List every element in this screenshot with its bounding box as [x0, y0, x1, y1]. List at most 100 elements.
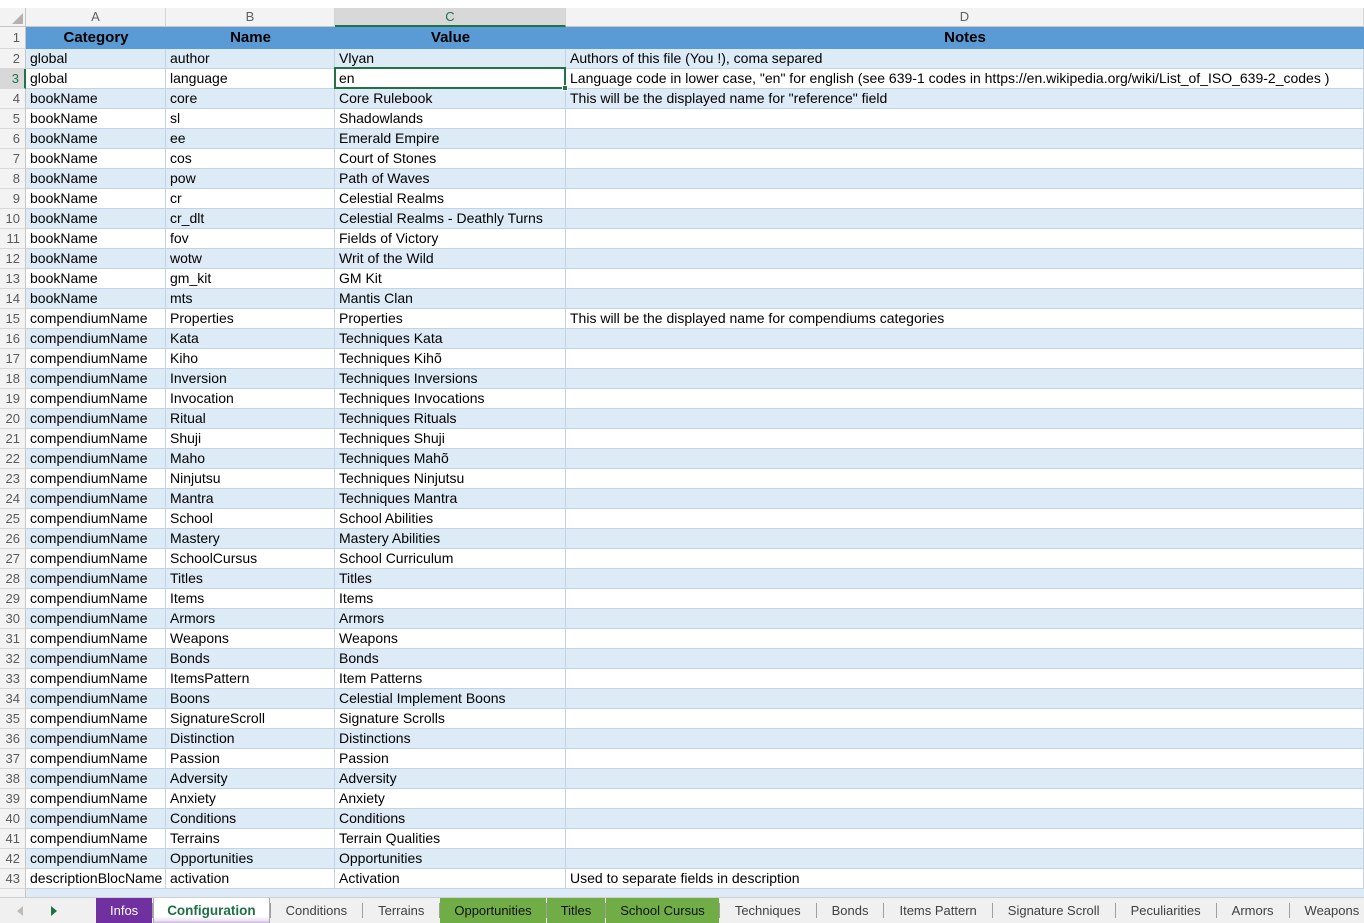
cell-b16[interactable]: Kata — [166, 329, 335, 349]
column-header-d[interactable]: D — [566, 8, 1364, 27]
row-header-26[interactable]: 26 — [0, 529, 26, 549]
cell-a26[interactable]: compendiumName — [26, 529, 166, 549]
cell-a36[interactable]: compendiumName — [26, 729, 166, 749]
cell-b36[interactable]: Distinction — [166, 729, 335, 749]
row-header-37[interactable]: 37 — [0, 749, 26, 769]
cell-d27[interactable] — [566, 549, 1364, 569]
cell-d26[interactable] — [566, 529, 1364, 549]
cell-c32[interactable]: Bonds — [335, 649, 566, 669]
cell-d11[interactable] — [566, 229, 1364, 249]
cell-a43[interactable]: descriptionBlocName — [26, 869, 166, 889]
cell-c31[interactable]: Weapons — [335, 629, 566, 649]
cell-c23[interactable]: Techniques Ninjutsu — [335, 469, 566, 489]
cell-a19[interactable]: compendiumName — [26, 389, 166, 409]
sheet-tab-infos[interactable]: Infos — [96, 898, 152, 923]
cell-d33[interactable] — [566, 669, 1364, 689]
cell-c29[interactable]: Items — [335, 589, 566, 609]
cell-c30[interactable]: Armors — [335, 609, 566, 629]
column-header-c[interactable]: C — [335, 8, 566, 27]
cell-a13[interactable]: bookName — [26, 269, 166, 289]
cell-c27[interactable]: School Curriculum — [335, 549, 566, 569]
cell-d13[interactable] — [566, 269, 1364, 289]
cell-c20[interactable]: Techniques Rituals — [335, 409, 566, 429]
cell-c42[interactable]: Opportunities — [335, 849, 566, 869]
select-all-corner[interactable] — [0, 8, 26, 27]
cell-a3[interactable]: global — [26, 69, 166, 89]
cell-b37[interactable]: Passion — [166, 749, 335, 769]
sheet-tab-opportunities[interactable]: Opportunities — [440, 898, 545, 923]
row-header-35[interactable]: 35 — [0, 709, 26, 729]
cell-c12[interactable]: Writ of the Wild — [335, 249, 566, 269]
cell-a6[interactable]: bookName — [26, 129, 166, 149]
row-header-24[interactable]: 24 — [0, 489, 26, 509]
row-header-39[interactable]: 39 — [0, 789, 26, 809]
row-header-43[interactable]: 43 — [0, 869, 26, 889]
cell-b14[interactable]: mts — [166, 289, 335, 309]
cell-b27[interactable]: SchoolCursus — [166, 549, 335, 569]
cell-a9[interactable]: bookName — [26, 189, 166, 209]
cell-d25[interactable] — [566, 509, 1364, 529]
cell-d43[interactable]: Used to separate fields in description — [566, 869, 1364, 889]
cell-a35[interactable]: compendiumName — [26, 709, 166, 729]
cell-b7[interactable]: cos — [166, 149, 335, 169]
row-header-18[interactable]: 18 — [0, 369, 26, 389]
cell-b5[interactable]: sl — [166, 109, 335, 129]
cell-a21[interactable]: compendiumName — [26, 429, 166, 449]
cell-c37[interactable]: Passion — [335, 749, 566, 769]
cell-c13[interactable]: GM Kit — [335, 269, 566, 289]
row-header-12[interactable]: 12 — [0, 249, 26, 269]
row-header-42[interactable]: 42 — [0, 849, 26, 869]
tab-scroll-right-button[interactable] — [48, 898, 60, 923]
cell-d37[interactable] — [566, 749, 1364, 769]
sheet-tab-conditions[interactable]: Conditions — [271, 898, 362, 923]
row-header-27[interactable]: 27 — [0, 549, 26, 569]
cell-c25[interactable]: School Abilities — [335, 509, 566, 529]
cell-b10[interactable]: cr_dlt — [166, 209, 335, 229]
tab-scroll-left-button[interactable] — [14, 898, 26, 923]
row-header-10[interactable]: 10 — [0, 209, 26, 229]
cell-a27[interactable]: compendiumName — [26, 549, 166, 569]
sheet-tab-items-pattern[interactable]: Items Pattern — [884, 898, 991, 923]
row-header-38[interactable]: 38 — [0, 769, 26, 789]
cell-b43[interactable]: activation — [166, 869, 335, 889]
cell-d9[interactable] — [566, 189, 1364, 209]
cell-d42[interactable] — [566, 849, 1364, 869]
cell-d8[interactable] — [566, 169, 1364, 189]
cell-d24[interactable] — [566, 489, 1364, 509]
cell-c19[interactable]: Techniques Invocations — [335, 389, 566, 409]
cell-a14[interactable]: bookName — [26, 289, 166, 309]
cell-a29[interactable]: compendiumName — [26, 589, 166, 609]
cell-d14[interactable] — [566, 289, 1364, 309]
cell-d29[interactable] — [566, 589, 1364, 609]
cell-a23[interactable]: compendiumName — [26, 469, 166, 489]
sheet-tab-school-cursus[interactable]: School Cursus — [606, 898, 719, 923]
cell-c3[interactable]: en — [335, 69, 566, 89]
cell-b3[interactable]: language — [166, 69, 335, 89]
cell-a18[interactable]: compendiumName — [26, 369, 166, 389]
cell-b13[interactable]: gm_kit — [166, 269, 335, 289]
cell-c7[interactable]: Court of Stones — [335, 149, 566, 169]
cell-a8[interactable]: bookName — [26, 169, 166, 189]
cell-a20[interactable]: compendiumName — [26, 409, 166, 429]
cell-b28[interactable]: Titles — [166, 569, 335, 589]
sheet-tab-techniques[interactable]: Techniques — [720, 898, 816, 923]
cell-d30[interactable] — [566, 609, 1364, 629]
cell-a22[interactable]: compendiumName — [26, 449, 166, 469]
row-header-5[interactable]: 5 — [0, 109, 26, 129]
cell-d31[interactable] — [566, 629, 1364, 649]
cell-b39[interactable]: Anxiety — [166, 789, 335, 809]
sheet-tab-titles[interactable]: Titles — [547, 898, 606, 923]
cell-c39[interactable]: Anxiety — [335, 789, 566, 809]
cell-b40[interactable]: Conditions — [166, 809, 335, 829]
header-cell-value[interactable]: Value — [335, 27, 566, 49]
column-header-a[interactable]: A — [26, 8, 166, 27]
cell-c14[interactable]: Mantis Clan — [335, 289, 566, 309]
sheet-tab-weapons[interactable]: Weapons — [1290, 898, 1364, 923]
cell-d19[interactable] — [566, 389, 1364, 409]
row-header-2[interactable]: 2 — [0, 49, 26, 69]
cell-a42[interactable]: compendiumName — [26, 849, 166, 869]
cell-d5[interactable] — [566, 109, 1364, 129]
row-header-7[interactable]: 7 — [0, 149, 26, 169]
cell-b22[interactable]: Maho — [166, 449, 335, 469]
row-header-23[interactable]: 23 — [0, 469, 26, 489]
